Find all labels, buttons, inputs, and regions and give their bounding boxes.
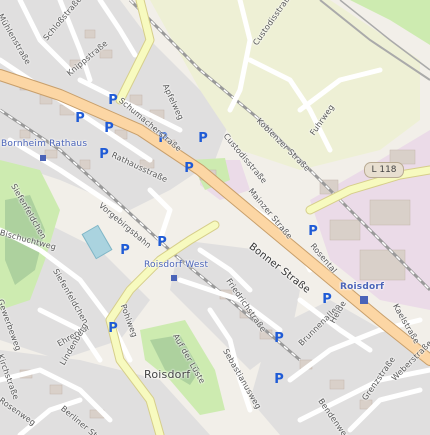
- parking-icon[interactable]: P: [155, 236, 169, 250]
- parking-icon[interactable]: P: [73, 112, 87, 126]
- parking-icon[interactable]: P: [196, 132, 210, 146]
- place-roisdorf-west: Roisdorf West: [144, 260, 209, 270]
- map-canvas[interactable]: P P P P P P P P P P P P P P L 118 Roisdo…: [0, 0, 430, 435]
- map-layers: [0, 0, 430, 435]
- parking-icon[interactable]: P: [306, 225, 320, 239]
- station-marker: [40, 155, 46, 161]
- parking-icon[interactable]: P: [272, 332, 286, 346]
- parking-icon[interactable]: P: [97, 148, 111, 162]
- parking-icon[interactable]: P: [182, 162, 196, 176]
- parking-icon[interactable]: P: [102, 122, 116, 136]
- parking-icon[interactable]: P: [118, 244, 132, 258]
- station-marker: [360, 296, 368, 304]
- route-shield-l118: L 118: [364, 162, 404, 178]
- place-roisdorf-station: Roisdorf: [340, 282, 385, 292]
- place-roisdorf: Roisdorf: [144, 368, 191, 381]
- station-marker: [171, 275, 177, 281]
- parking-icon[interactable]: P: [106, 322, 120, 336]
- place-bornheim-rathaus: Bornheim Rathaus: [1, 139, 88, 149]
- parking-icon[interactable]: P: [272, 373, 286, 387]
